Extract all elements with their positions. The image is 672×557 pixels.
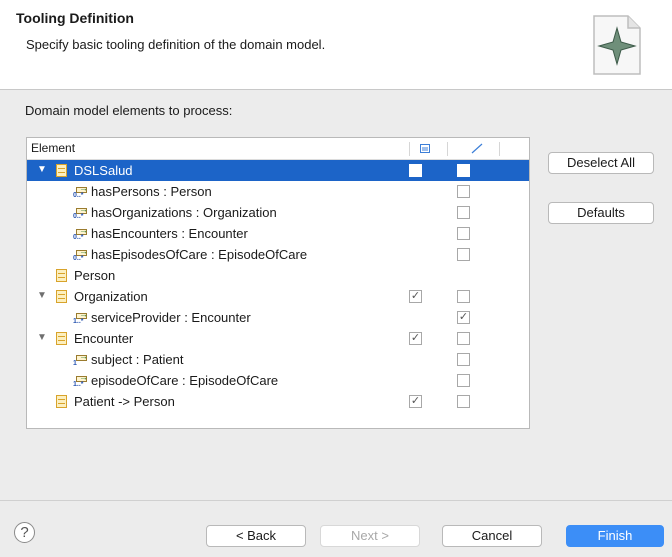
tree-row-label: Patient -> Person — [74, 394, 175, 409]
tree-row-reference[interactable]: → 0..* hasOrganizations : Organization — [27, 202, 529, 223]
tree-row-label: hasOrganizations : Organization — [91, 205, 277, 220]
tree-row-label: Encounter — [74, 331, 134, 346]
tree-header: Element — [27, 138, 529, 160]
reference-icon: → 0..* — [73, 225, 88, 242]
page-description: Specify basic tooling definition of the … — [26, 37, 326, 52]
finish-button[interactable]: Finish — [566, 525, 664, 547]
tree-row-class[interactable]: ▼ DSLSalud — [27, 160, 529, 181]
tree-row-label: hasEpisodesOfCare : EpisodeOfCare — [91, 247, 308, 262]
help-icon[interactable]: ? — [14, 522, 35, 543]
deselect-all-button[interactable]: Deselect All — [548, 152, 654, 174]
defaults-button[interactable]: Defaults — [548, 202, 654, 224]
class-icon — [56, 290, 67, 303]
page-title: Tooling Definition — [16, 10, 134, 26]
class-icon — [56, 395, 67, 408]
generate-checkbox[interactable]: ✓ — [409, 332, 422, 345]
column-generate-icon — [420, 144, 430, 153]
multiplicity-label: 0..* — [73, 213, 84, 220]
column-separator — [409, 142, 410, 156]
multiplicity-label: 1..* — [73, 318, 84, 325]
class-icon — [56, 164, 67, 177]
multiplicity-label: 0..* — [73, 234, 84, 241]
edit-checkbox[interactable]: ✓ — [457, 311, 470, 324]
column-edit-icon — [471, 143, 483, 154]
class-icon — [56, 332, 67, 345]
reference-icon: → 1..* — [73, 309, 88, 326]
class-icon — [56, 269, 67, 282]
multiplicity-label: 1 — [73, 360, 77, 367]
column-separator — [499, 142, 500, 156]
tree-row-reference[interactable]: → 0..* hasPersons : Person — [27, 181, 529, 202]
edit-checkbox[interactable] — [457, 185, 470, 198]
reference-icon: → 1 — [73, 351, 88, 368]
tree-row-class[interactable]: Person — [27, 265, 529, 286]
reference-icon: → 0..* — [73, 246, 88, 263]
tree-row-label: hasEncounters : Encounter — [91, 226, 248, 241]
multiplicity-label: 1..* — [73, 381, 84, 388]
tree-row-class[interactable]: ▼ Organization ✓ — [27, 286, 529, 307]
reference-icon: → 0..* — [73, 204, 88, 221]
tree-row-class[interactable]: ▼ Encounter ✓ — [27, 328, 529, 349]
edit-checkbox[interactable] — [457, 290, 470, 303]
multiplicity-label: 0..* — [73, 255, 84, 262]
edit-checkbox[interactable] — [457, 227, 470, 240]
reference-icon: → 1..* — [73, 372, 88, 389]
edit-checkbox[interactable] — [457, 353, 470, 366]
tree-row-reference[interactable]: → 0..* hasEpisodesOfCare : EpisodeOfCare — [27, 244, 529, 265]
edit-checkbox[interactable] — [457, 164, 470, 177]
tree-row-label: serviceProvider : Encounter — [91, 310, 251, 325]
footer-divider — [0, 500, 672, 501]
tree-row-label: hasPersons : Person — [91, 184, 212, 199]
edit-checkbox[interactable] — [457, 206, 470, 219]
tree-row-label: subject : Patient — [91, 352, 184, 367]
generate-checkbox[interactable]: ✓ — [409, 395, 422, 408]
generate-checkbox[interactable] — [409, 164, 422, 177]
tree-row-reference[interactable]: → 1..* episodeOfCare : EpisodeOfCare — [27, 370, 529, 391]
cancel-button[interactable]: Cancel — [442, 525, 542, 547]
next-button: Next > — [320, 525, 420, 547]
tree-row-label: DSLSalud — [74, 163, 133, 178]
reference-icon: → 0..* — [73, 183, 88, 200]
column-element: Element — [31, 141, 76, 155]
multiplicity-label: 0..* — [73, 192, 84, 199]
section-label: Domain model elements to process: — [25, 103, 233, 118]
edit-checkbox[interactable] — [457, 248, 470, 261]
edit-checkbox[interactable] — [457, 395, 470, 408]
column-separator — [447, 142, 448, 156]
tree-row-reference[interactable]: → 0..* hasEncounters : Encounter — [27, 223, 529, 244]
tree-row-class[interactable]: Patient -> Person ✓ — [27, 391, 529, 412]
expand-toggle-icon[interactable]: ▼ — [35, 289, 49, 303]
tree-row-label: Person — [74, 268, 116, 283]
tree-row-reference[interactable]: → 1 subject : Patient — [27, 349, 529, 370]
element-tree[interactable]: Element ▼ DSLSalud → 0..* hasPersons : Perso… — [26, 137, 530, 429]
expand-toggle-icon[interactable]: ▼ — [35, 331, 49, 345]
wizard-banner-icon — [593, 15, 641, 75]
edit-checkbox[interactable] — [457, 332, 470, 345]
tree-row-label: episodeOfCare : EpisodeOfCare — [91, 373, 279, 388]
back-button[interactable]: < Back — [206, 525, 306, 547]
expand-toggle-icon[interactable]: ▼ — [35, 163, 49, 177]
tree-row-reference[interactable]: → 1..* serviceProvider : Encounter ✓ — [27, 307, 529, 328]
wizard-header: Tooling Definition Specify basic tooling… — [0, 0, 672, 90]
tree-row-label: Organization — [74, 289, 148, 304]
generate-checkbox[interactable]: ✓ — [409, 290, 422, 303]
edit-checkbox[interactable] — [457, 374, 470, 387]
